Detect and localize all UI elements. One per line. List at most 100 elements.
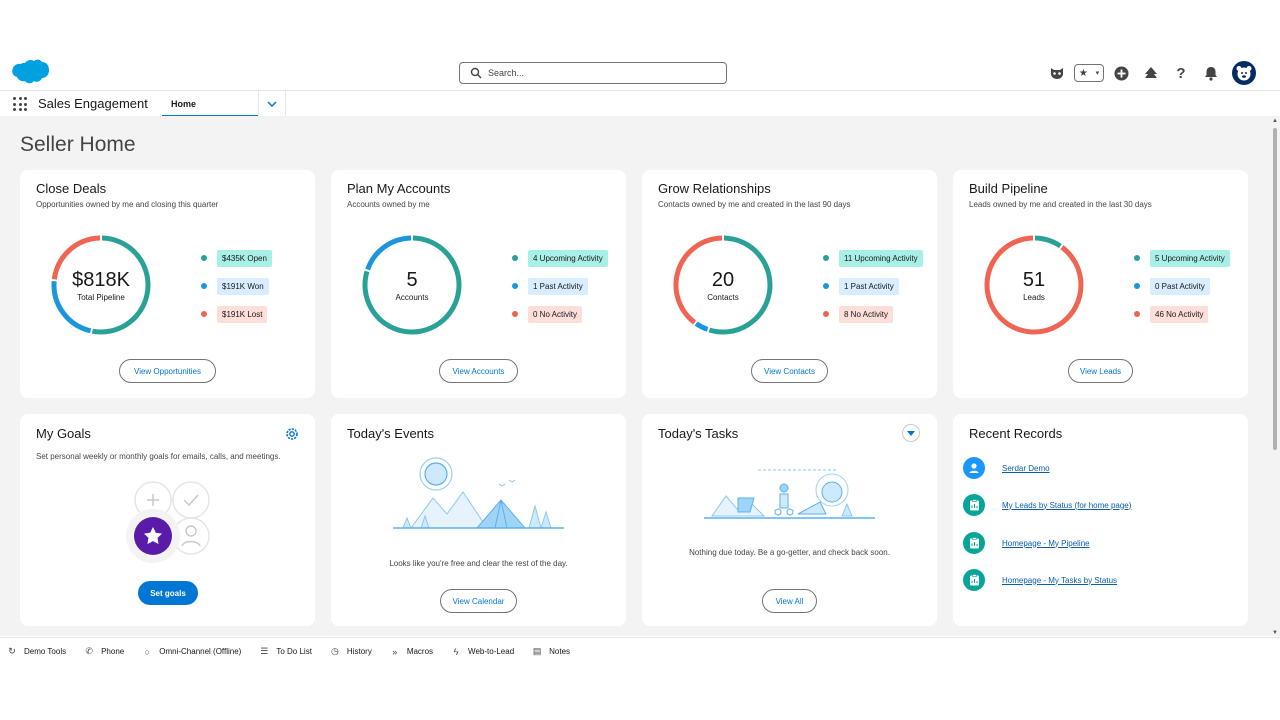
utility-macros[interactable]: » Macros xyxy=(390,647,433,657)
card-subtitle: Contacts owned by me and created in the … xyxy=(658,200,851,209)
no-events-message: Looks like you're free and clear the res… xyxy=(389,559,568,568)
view-leads-button[interactable]: View Leads xyxy=(1068,359,1133,383)
card-title: My Goals xyxy=(36,426,91,441)
utility-demo-tools[interactable]: ↻ Demo Tools xyxy=(7,646,67,657)
legend: $435K Open $191K Won $191K Lost xyxy=(201,249,272,333)
legend-upcoming[interactable]: 5 Upcoming Activity xyxy=(1134,249,1230,267)
recent-record-link[interactable]: Homepage - My Tasks by Status xyxy=(1002,576,1117,585)
legend-upcoming-pill[interactable]: 11 Upcoming Activity xyxy=(839,249,923,267)
donut-center: 51 Leads xyxy=(981,232,1087,338)
utility-notes[interactable]: ▤ Notes xyxy=(532,646,571,657)
report-icon xyxy=(963,532,985,554)
legend-upcoming-pill[interactable]: 4 Upcoming Activity xyxy=(528,249,608,267)
recent-record-link[interactable]: Homepage - My Pipeline xyxy=(1002,539,1090,548)
list-icon: ☰ xyxy=(260,646,269,656)
tab-home[interactable]: Home xyxy=(162,91,258,117)
legend: 4 Upcoming Activity 1 Past Activity 0 No… xyxy=(512,249,608,333)
scrollbar-thumb[interactable] xyxy=(1273,128,1277,450)
main-content: Seller Home Close Deals Opportunities ow… xyxy=(0,116,1270,636)
legend-past-pill[interactable]: 0 Past Activity xyxy=(1150,277,1210,295)
recent-record-item[interactable]: Serdar Demo xyxy=(963,457,1050,479)
view-all-button[interactable]: View All xyxy=(762,589,817,613)
legend-none-pill[interactable]: 8 No Activity xyxy=(839,305,894,323)
recent-record-item[interactable]: Homepage - My Tasks by Status xyxy=(963,569,1117,591)
legend-none[interactable]: 8 No Activity xyxy=(823,305,923,323)
legend-won-pill[interactable]: $191K Won xyxy=(217,277,269,295)
salesforce-logo[interactable] xyxy=(8,58,50,88)
app-launcher-icon[interactable] xyxy=(13,97,27,111)
utility-label: To Do List xyxy=(276,647,312,656)
view-accounts-button[interactable]: View Accounts xyxy=(439,359,518,383)
tab-menu-button[interactable] xyxy=(258,91,286,117)
legend-past[interactable]: 1 Past Activity xyxy=(823,277,923,295)
total-value: 5 xyxy=(406,268,418,291)
card-recent-records: Recent Records Serdar Demo My Leads by S… xyxy=(953,414,1248,626)
goals-illustration xyxy=(126,481,210,563)
view-opportunities-button[interactable]: View Opportunities xyxy=(119,359,216,383)
phone-icon: ✆ xyxy=(85,646,93,656)
legend-upcoming[interactable]: 11 Upcoming Activity xyxy=(823,249,923,267)
gear-icon[interactable] xyxy=(285,427,299,441)
einstein-icon[interactable] xyxy=(1044,60,1070,86)
legend-past-pill[interactable]: 1 Past Activity xyxy=(528,277,588,295)
card-build-pipeline: Build Pipeline Leads owned by me and cre… xyxy=(953,170,1248,398)
total-label: Contacts xyxy=(707,292,739,302)
utility-label: History xyxy=(346,647,372,656)
utility-label: Notes xyxy=(549,647,571,656)
legend-lost[interactable]: $191K Lost xyxy=(201,305,272,323)
card-title: Plan My Accounts xyxy=(347,181,451,196)
utility-web-to-lead[interactable]: ϟ Web-to-Lead xyxy=(451,646,515,657)
lightning-icon: ϟ xyxy=(453,646,459,657)
legend-won[interactable]: $191K Won xyxy=(201,277,272,295)
legend-none-pill[interactable]: 0 No Activity xyxy=(528,305,583,323)
add-icon[interactable] xyxy=(1108,60,1134,86)
chevron-down-icon xyxy=(267,101,277,107)
legend-open[interactable]: $435K Open xyxy=(201,249,272,267)
legend-past[interactable]: 0 Past Activity xyxy=(1134,277,1230,295)
avatar[interactable] xyxy=(1232,61,1256,85)
search-placeholder: Search... xyxy=(488,68,525,78)
chevron-down-icon[interactable]: ▾ xyxy=(1096,69,1100,77)
legend-lost-pill[interactable]: $191K Lost xyxy=(217,305,268,323)
utility-to-do-list[interactable]: ☰ To Do List xyxy=(259,646,312,657)
search-icon xyxy=(470,67,482,79)
trailhead-icon[interactable] xyxy=(1138,60,1164,86)
legend-upcoming[interactable]: 4 Upcoming Activity xyxy=(512,249,608,267)
scroll-up-icon[interactable]: ▲ xyxy=(1272,118,1278,124)
utility-label: Web-to-Lead xyxy=(468,647,515,656)
legend-past-pill[interactable]: 1 Past Activity xyxy=(839,277,899,295)
utility-label: Demo Tools xyxy=(24,647,67,656)
utility-history[interactable]: ◷ History xyxy=(330,646,372,657)
card-my-goals: My Goals Set personal weekly or monthly … xyxy=(20,414,315,626)
header-icons: ★ ▾ ? xyxy=(1040,60,1256,86)
legend-past[interactable]: 1 Past Activity xyxy=(512,277,608,295)
utility-omni-channel[interactable]: ○ Omni-Channel (Offline) xyxy=(142,647,242,657)
view-contacts-button[interactable]: View Contacts xyxy=(751,359,828,383)
recent-record-item[interactable]: Homepage - My Pipeline xyxy=(963,532,1090,554)
legend-open-pill[interactable]: $435K Open xyxy=(217,249,272,267)
card-plan-accounts: Plan My Accounts Accounts owned by me 5 … xyxy=(331,170,626,398)
card-subtitle: Set personal weekly or monthly goals for… xyxy=(36,452,281,461)
help-icon[interactable]: ? xyxy=(1168,60,1194,86)
recent-record-link[interactable]: Serdar Demo xyxy=(1002,464,1050,473)
favorites-group[interactable]: ★ ▾ xyxy=(1074,64,1104,82)
view-calendar-button[interactable]: View Calendar xyxy=(440,589,517,613)
bell-icon[interactable] xyxy=(1198,60,1224,86)
set-goals-button[interactable]: Set goals xyxy=(138,581,198,605)
scroll-down-icon[interactable]: ▼ xyxy=(1272,630,1278,636)
card-title: Today's Events xyxy=(347,426,435,441)
legend-none-pill[interactable]: 46 No Activity xyxy=(1150,305,1209,323)
star-icon[interactable]: ★ xyxy=(1079,68,1088,79)
tasks-filter-button[interactable] xyxy=(902,424,920,442)
recent-record-item[interactable]: My Leads by Status (for home page) xyxy=(963,494,1131,516)
recent-record-link[interactable]: My Leads by Status (for home page) xyxy=(1002,501,1131,510)
page-title: Seller Home xyxy=(20,133,136,156)
legend-none[interactable]: 46 No Activity xyxy=(1134,305,1230,323)
legend-upcoming-pill[interactable]: 5 Upcoming Activity xyxy=(1150,249,1230,267)
utility-phone[interactable]: ✆ Phone xyxy=(84,646,124,657)
tasks-illustration xyxy=(704,469,875,519)
page-scrollbar[interactable]: ▲ ▼ xyxy=(1270,116,1280,636)
search-input[interactable]: Search... xyxy=(459,62,727,84)
legend-none[interactable]: 0 No Activity xyxy=(512,305,608,323)
camping-illustration xyxy=(393,457,564,529)
